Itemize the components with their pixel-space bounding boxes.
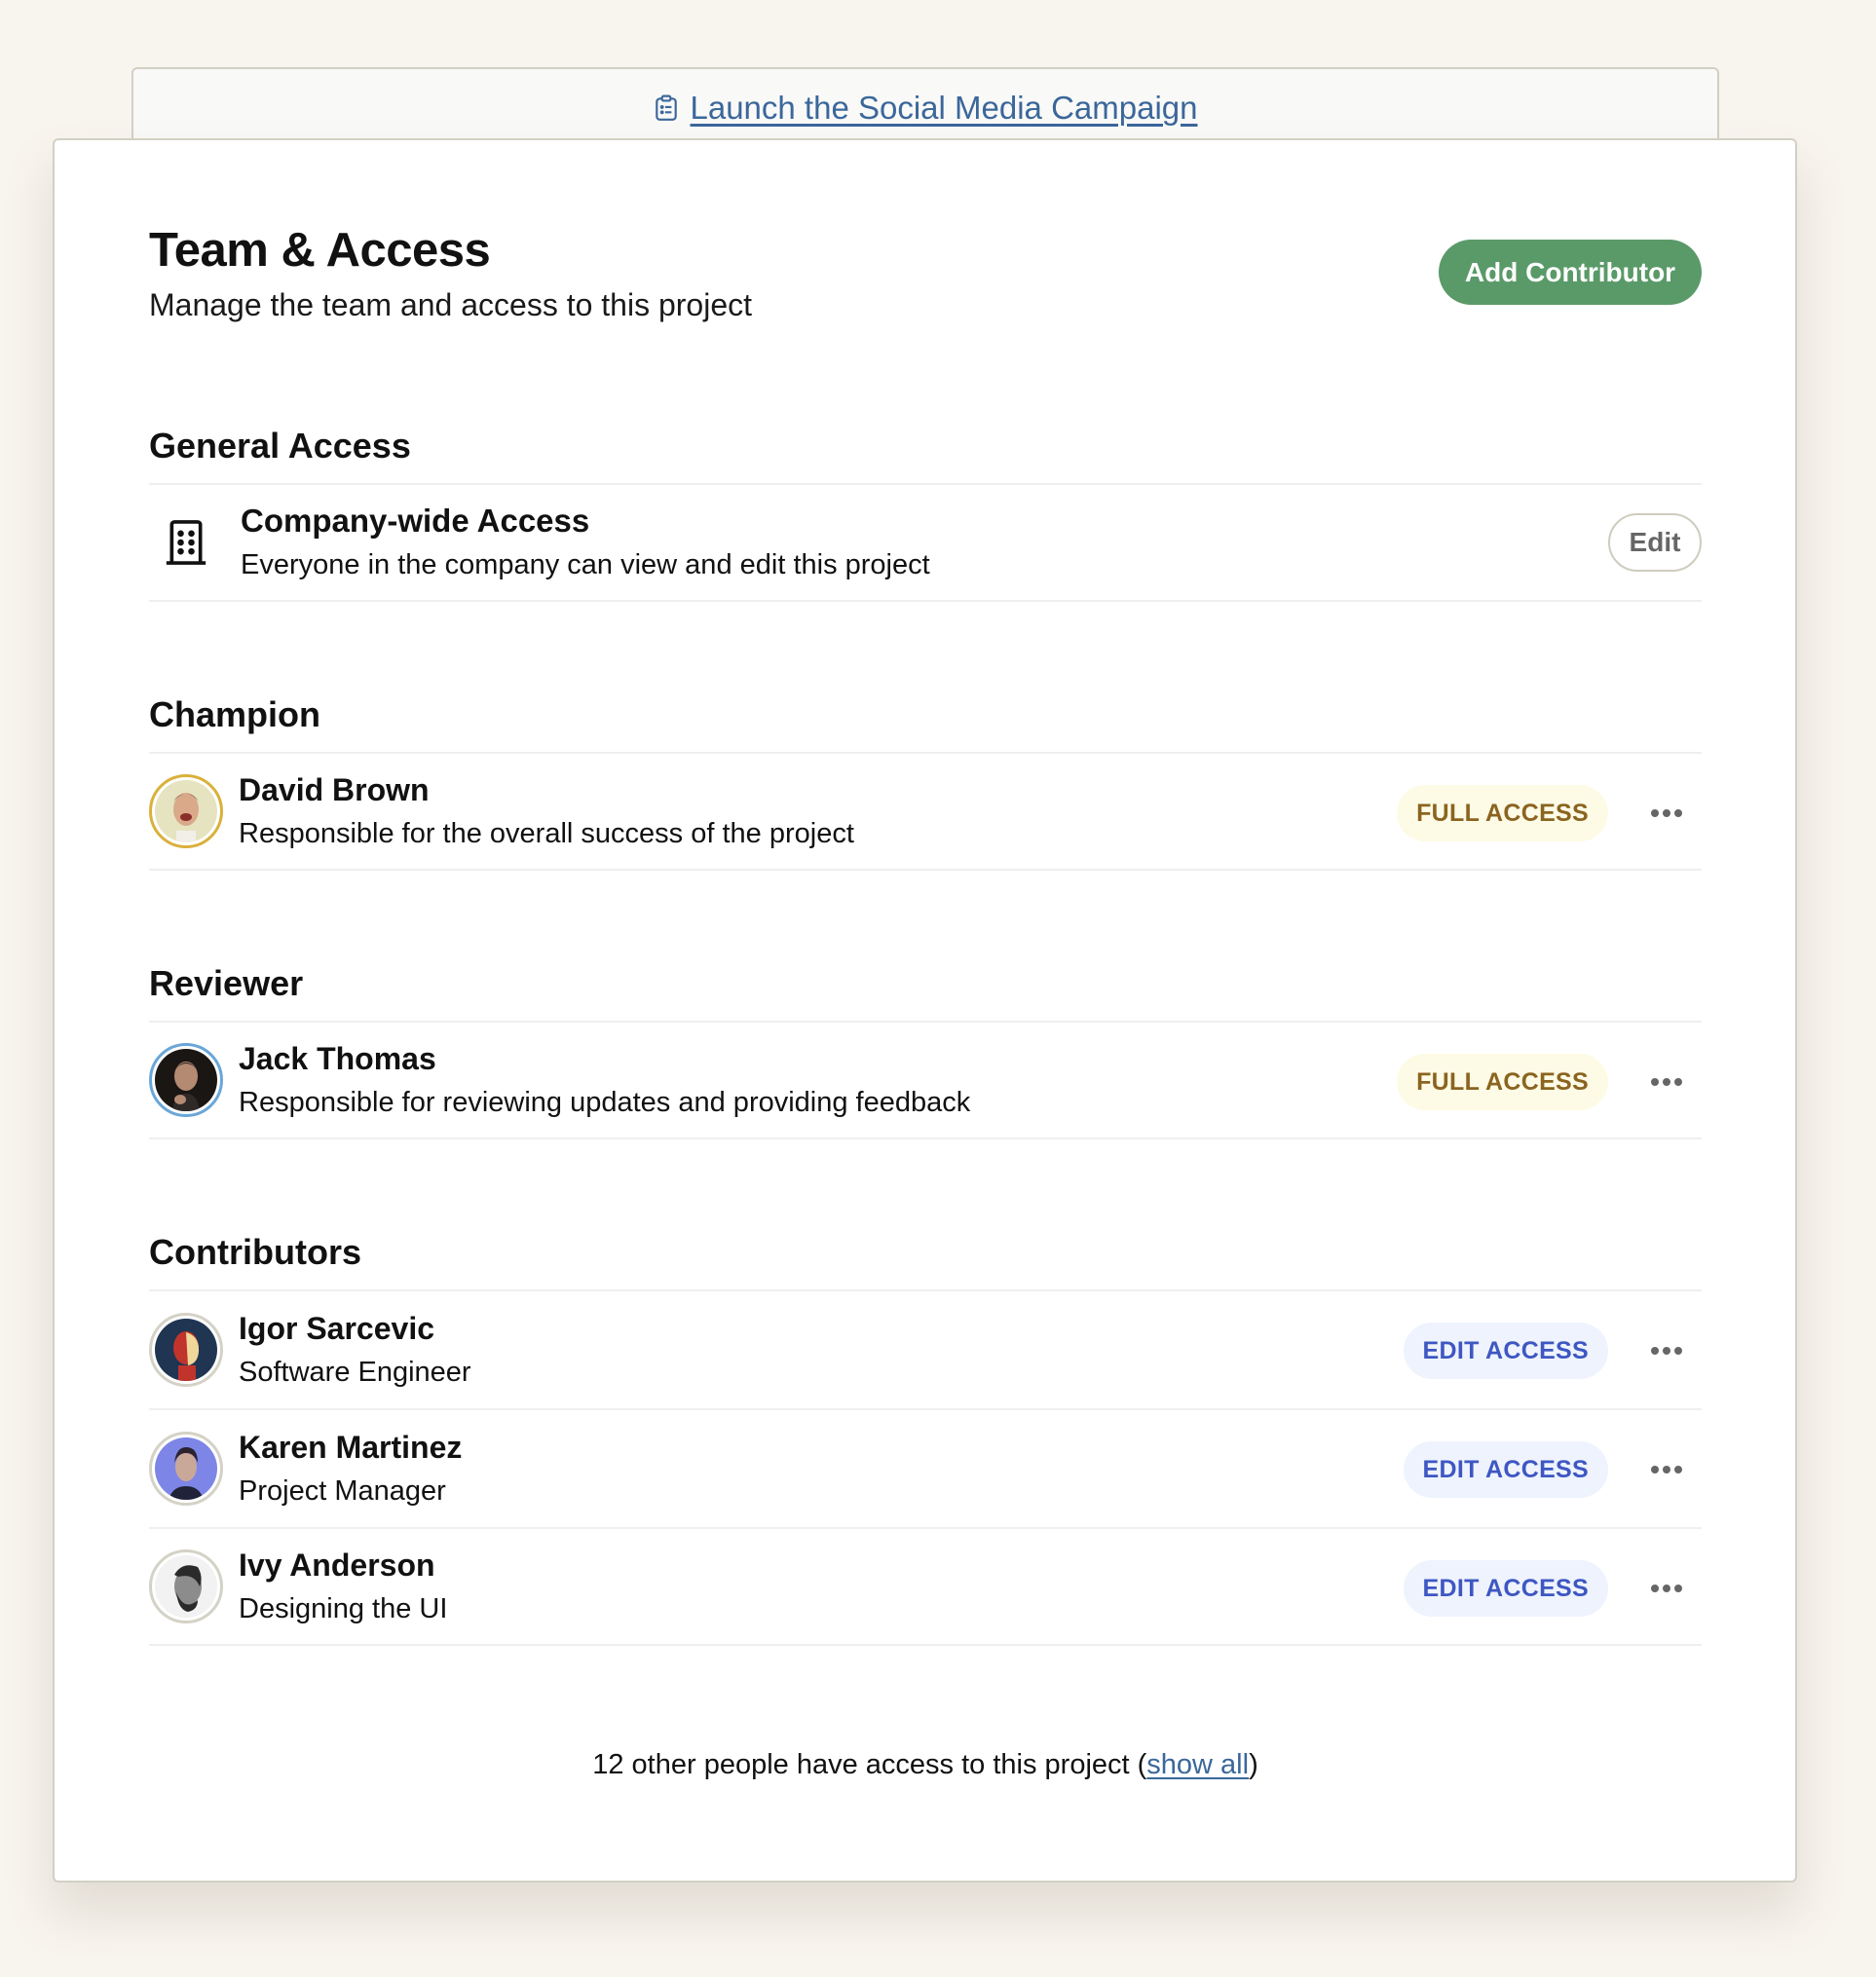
- dot-icon: [1663, 1078, 1670, 1086]
- member-role: Software Engineer: [239, 1357, 471, 1388]
- champion-section: Champion David Brown Responsible for the…: [149, 693, 1702, 871]
- dot-icon: [1651, 1078, 1659, 1086]
- dot-icon: [1674, 1078, 1682, 1086]
- member-row: David Brown Responsible for the overall …: [149, 752, 1702, 871]
- access-description: Everyone in the company can view and edi…: [241, 549, 930, 580]
- avatar-jack-thomas: [155, 1049, 217, 1111]
- show-all-link[interactable]: show all: [1146, 1749, 1249, 1780]
- dot-icon: [1651, 809, 1659, 817]
- avatar-ivy-anderson: [155, 1555, 217, 1618]
- access-badge: FULL ACCESS: [1397, 785, 1608, 841]
- dot-icon: [1663, 809, 1670, 817]
- dot-icon: [1663, 1347, 1670, 1355]
- avatar: [149, 1043, 223, 1117]
- member-role: Responsible for the overall success of t…: [239, 818, 854, 849]
- dot-icon: [1663, 1585, 1670, 1592]
- avatar: [149, 1313, 223, 1387]
- member-name: Jack Thomas: [239, 1041, 436, 1076]
- dot-icon: [1674, 809, 1682, 817]
- avatar: [149, 774, 223, 848]
- more-options-button[interactable]: [1645, 1065, 1688, 1099]
- member-row: Ivy Anderson Designing the UI EDIT ACCES…: [149, 1527, 1702, 1646]
- edit-general-access-button[interactable]: Edit: [1608, 513, 1702, 572]
- dot-icon: [1651, 1585, 1659, 1592]
- dot-icon: [1674, 1466, 1682, 1473]
- member-role: Project Manager: [239, 1475, 446, 1507]
- member-row: Jack Thomas Responsible for reviewing up…: [149, 1021, 1702, 1139]
- dot-icon: [1651, 1466, 1659, 1473]
- section-title: Contributors: [149, 1232, 361, 1272]
- general-access-section: General Access Company-wide Access Every…: [149, 425, 1702, 602]
- access-name: Company-wide Access: [241, 503, 590, 539]
- avatar-david-brown: [155, 780, 217, 842]
- avatar-igor-sarcevic: [155, 1319, 217, 1381]
- footer-suffix: ): [1249, 1749, 1258, 1780]
- more-options-button[interactable]: [1645, 1572, 1688, 1605]
- company-wide-access-row: Company-wide Access Everyone in the comp…: [149, 483, 1702, 602]
- clipboard-icon: [655, 94, 677, 121]
- dot-icon: [1674, 1585, 1682, 1592]
- add-contributor-button[interactable]: Add Contributor: [1439, 240, 1702, 305]
- project-link[interactable]: Launch the Social Media Campaign: [654, 90, 1198, 127]
- member-name: Ivy Anderson: [239, 1548, 435, 1583]
- access-badge: EDIT ACCESS: [1403, 1441, 1608, 1498]
- member-row: Igor Sarcevic Software Engineer EDIT ACC…: [149, 1289, 1702, 1408]
- access-badge: FULL ACCESS: [1397, 1054, 1608, 1110]
- team-access-card: Team & Access Manage the team and access…: [53, 138, 1797, 1883]
- access-badge: EDIT ACCESS: [1403, 1560, 1608, 1617]
- more-options-button[interactable]: [1645, 1334, 1688, 1367]
- member-name: David Brown: [239, 772, 430, 807]
- section-title: General Access: [149, 426, 411, 466]
- more-options-button[interactable]: [1645, 1453, 1688, 1486]
- avatar-karen-martinez: [155, 1437, 217, 1500]
- other-people-text: 12 other people have access to this proj…: [592, 1749, 1147, 1780]
- member-role: Designing the UI: [239, 1593, 448, 1624]
- member-row: Karen Martinez Project Manager EDIT ACCE…: [149, 1408, 1702, 1527]
- other-people-note: 12 other people have access to this proj…: [149, 1749, 1702, 1781]
- dot-icon: [1663, 1466, 1670, 1473]
- avatar: [149, 1549, 223, 1623]
- page-header: Team & Access Manage the team and access…: [149, 223, 1702, 340]
- member-name: Karen Martinez: [239, 1430, 463, 1465]
- member-name: Igor Sarcevic: [239, 1311, 434, 1346]
- section-title: Champion: [149, 694, 320, 734]
- avatar: [149, 1432, 223, 1506]
- section-title: Reviewer: [149, 963, 304, 1003]
- contributors-section: Contributors Igor Sarcevic Software Engi…: [149, 1231, 1702, 1646]
- access-badge: EDIT ACCESS: [1403, 1323, 1608, 1379]
- more-options-button[interactable]: [1645, 797, 1688, 830]
- member-role: Responsible for reviewing updates and pr…: [239, 1087, 971, 1118]
- dot-icon: [1674, 1347, 1682, 1355]
- project-back-tab: Launch the Social Media Campaign: [131, 67, 1719, 145]
- project-link-label: Launch the Social Media Campaign: [690, 90, 1198, 126]
- reviewer-section: Reviewer Jack Thomas Responsible for rev…: [149, 962, 1702, 1139]
- building-icon: [149, 483, 207, 602]
- dot-icon: [1651, 1347, 1659, 1355]
